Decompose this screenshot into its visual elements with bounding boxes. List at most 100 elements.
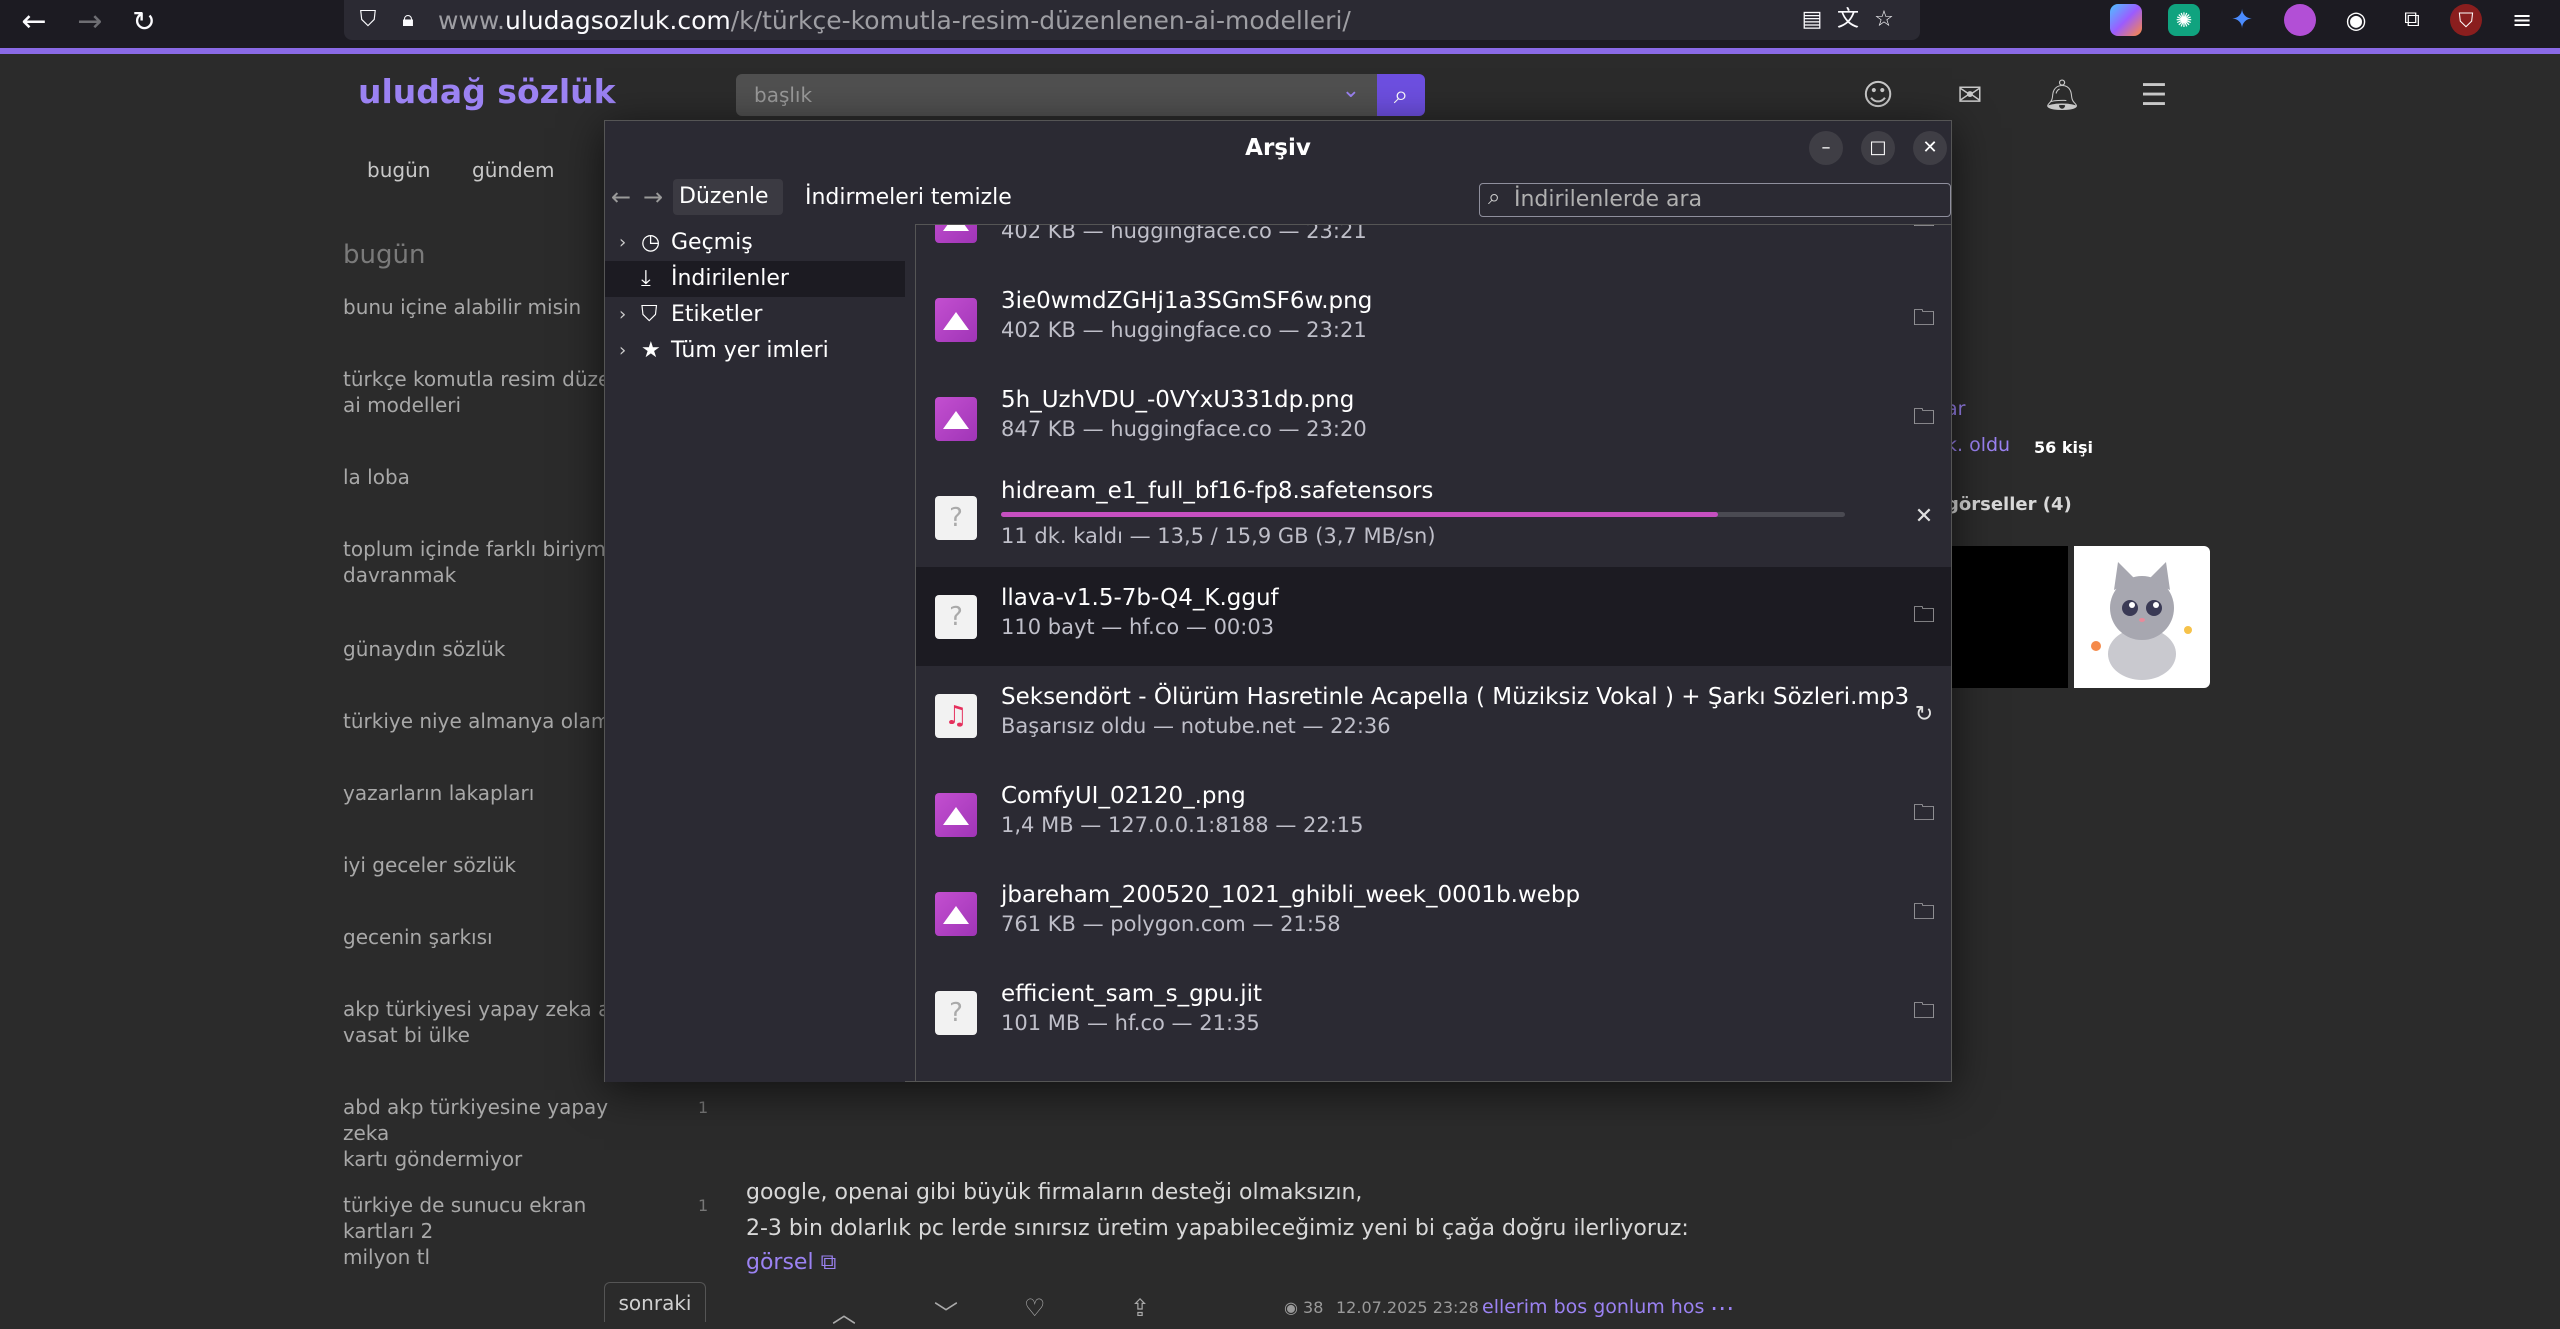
right-fragment[interactable]: k. oldu (1946, 434, 2010, 456)
next-button[interactable]: sonraki (604, 1282, 706, 1322)
lock-icon[interactable]: 🔒︎ (394, 6, 422, 34)
forward-arrow-icon[interactable]: → (72, 4, 108, 40)
extensions-puzzle-icon[interactable]: ⧉ (2396, 4, 2428, 36)
sidebar-topic[interactable]: gecenin şarkısı (343, 924, 633, 950)
organize-button[interactable]: Düzenle ⌄ (673, 179, 783, 244)
download-row[interactable]: ? efficient_sam_s_gpu.jit 101 MB — hf.co —… (916, 963, 1951, 1062)
folder-icon[interactable]: 🗀︎ (1906, 796, 1942, 832)
library-tree: › ◷ Geçmiş ⤓ İndirilenler › ⛉ Etiketler … (605, 224, 905, 1082)
nav-gundem[interactable]: gündem (472, 158, 555, 182)
downloads-list[interactable]: -xjqjG0-23Gx0HCwKk2u.gif402 KB — hugging… (915, 224, 1952, 1082)
sidebar-topic[interactable]: türkiye de sunucu ekran kartları 2 milyo… (343, 1192, 633, 1270)
downvote-icon[interactable]: ﹀ (934, 1294, 958, 1329)
tree-item-tags[interactable]: › ⛉ Etiketler (605, 297, 905, 333)
sidebar-topic[interactable]: la loba (343, 464, 633, 490)
folder-icon[interactable]: 🗀︎ (1906, 225, 1942, 238)
clear-downloads-button[interactable]: İndirmeleri temizle (805, 185, 1012, 210)
audio-file-icon: ♫ (935, 694, 977, 738)
folder-icon[interactable]: 🗀︎ (1906, 895, 1942, 931)
sidebar-topic[interactable]: yazarların lakapları (343, 780, 633, 806)
search-button[interactable]: ⌕ (1377, 74, 1425, 116)
ublock-icon[interactable]: ⛉ (2450, 4, 2482, 36)
close-icon[interactable]: ✕ (1913, 131, 1947, 165)
upvote-icon[interactable]: ︿ (832, 1294, 856, 1329)
unknown-file-icon: ? (935, 991, 977, 1035)
retry-icon[interactable]: ↻ (1906, 697, 1942, 733)
tree-item-downloads[interactable]: ⤓ İndirilenler (605, 261, 905, 297)
download-meta: 1,4 MB — 127.0.0.1:8188 — 22:15 (1001, 813, 1364, 837)
user-icon[interactable]: ☺ (1858, 76, 1898, 116)
forward-arrow-icon[interactable]: → (643, 183, 663, 211)
url-text[interactable]: www.uludagsozluk.com/k/türkçe-komutla-re… (438, 6, 1351, 35)
unknown-file-icon: ? (935, 496, 977, 540)
chevron-down-icon[interactable]: ⌄ (1342, 78, 1360, 103)
heart-icon[interactable]: ♡ (1024, 1294, 1046, 1322)
bell-icon[interactable]: 🔔︎ (2042, 76, 2082, 116)
cat-thumbnail-image[interactable] (2074, 546, 2210, 688)
sidebar-topic[interactable]: türkiye niye almanya olamıy (343, 708, 633, 734)
sidebar-topic[interactable]: iyi geceler sözlük (343, 852, 633, 878)
back-arrow-icon[interactable]: ← (611, 183, 631, 211)
extension-icon[interactable] (2284, 4, 2316, 36)
download-row[interactable]: ? llava-v1.5-7b-Q4_K.gguf 110 bayt — hf.co… (916, 567, 1951, 666)
search-input[interactable]: başlık ⌄ (736, 74, 1378, 116)
download-row[interactable]: ComfyUI_02120_.png 1,4 MB — 127.0.0.1:818… (916, 765, 1951, 864)
back-arrow-icon[interactable]: ← (16, 4, 52, 40)
chevron-right-icon[interactable]: › (619, 297, 626, 333)
menu-hamburger-icon[interactable]: ≡ (2506, 4, 2538, 36)
shield-icon[interactable]: ⛉ (354, 6, 382, 34)
download-filename: hidream_e1_full_bf16-fp8.safetensors (1001, 478, 1434, 504)
share-icon[interactable]: ⇪ (1130, 1294, 1150, 1322)
chevron-right-icon[interactable]: › (619, 333, 626, 369)
maximize-icon[interactable]: □ (1861, 131, 1895, 165)
entry-link[interactable]: görsel ⧉ (746, 1250, 836, 1275)
sidebar-topic[interactable]: türkçe komutla resim düzen ai modelleri (343, 366, 633, 418)
thumbnail-image[interactable] (1950, 546, 2068, 688)
site-logo[interactable]: uludağ sözlük (358, 72, 616, 111)
chevron-right-icon[interactable]: › (619, 225, 626, 261)
download-row[interactable]: -xjqjG0-23Gx0HCwKk2u.gif402 KB — hugging… (916, 225, 1951, 270)
nav-bugun[interactable]: bugün (367, 158, 430, 182)
folder-icon[interactable]: 🗀︎ (1906, 598, 1942, 634)
eye-icon: ◉ (1284, 1298, 1304, 1317)
reader-view-icon[interactable]: ▤ (1798, 6, 1826, 34)
url-host: uludagsozluk.com (505, 6, 731, 35)
tree-item-history[interactable]: › ◷ Geçmiş (605, 225, 905, 261)
account-icon[interactable]: ◉ (2340, 4, 2372, 36)
download-row[interactable]: 5h_UzhVDU_-0VYxU331dp.png 847 KB — huggin… (916, 369, 1951, 468)
sidebar-topic[interactable]: bunu içine alabilir misin (343, 294, 633, 320)
sidebar-topic[interactable]: toplum içinde farklı biriymiş davranmak (343, 536, 633, 588)
mail-icon[interactable]: ✉ (1950, 76, 1990, 116)
copilot-extension-icon[interactable] (2110, 4, 2142, 36)
address-bar[interactable]: ⛉ 🔒︎ www.uludagsozluk.com/k/türkçe-komut… (344, 0, 1920, 40)
folder-icon[interactable]: 🗀︎ (1906, 301, 1942, 337)
more-options-icon[interactable]: ⋯ (1710, 1294, 1734, 1322)
cancel-icon[interactable]: ✕ (1906, 499, 1942, 535)
image-file-icon (935, 225, 977, 243)
tree-label: Etiketler (671, 302, 763, 327)
downloads-search-input[interactable]: ⌕ İndirilenlerde ara (1479, 183, 1951, 217)
folder-icon[interactable]: 🗀︎ (1906, 994, 1942, 1030)
download-row[interactable]: 3ie0wmdZGHj1a3SGmSF6w.png 402 KB — huggin… (916, 270, 1951, 369)
sidebar-topic[interactable]: günaydın sözlük (343, 636, 633, 662)
minimize-icon[interactable]: – (1809, 131, 1843, 165)
bookmark-star-icon[interactable]: ☆ (1870, 6, 1898, 34)
translate-icon[interactable]: 文 (1834, 6, 1862, 34)
tree-item-all-bookmarks[interactable]: › ★ Tüm yer imleri (605, 333, 905, 369)
search-placeholder: başlık (754, 83, 813, 107)
cat-illustration-icon (2091, 562, 2192, 680)
chatgpt-extension-icon[interactable]: ✺ (2168, 4, 2200, 36)
download-row[interactable]: jbareham_200520_1021_ghibli_week_0001b.w… (916, 864, 1951, 963)
menu-icon[interactable]: ☰ (2134, 76, 2174, 116)
folder-icon[interactable]: 🗀︎ (1906, 400, 1942, 436)
reload-icon[interactable]: ↻ (126, 4, 162, 40)
sidebar-topic[interactable]: abd akp türkiyesine yapay zeka kartı gön… (343, 1094, 633, 1172)
download-row[interactable]: ? hidream_e1_full_bf16-fp8.safetensors 11 … (916, 468, 1951, 567)
sidebar-topic[interactable]: akp türkiyesi yapay zeka ala vasat bi ül… (343, 996, 633, 1048)
gemini-extension-icon[interactable]: ✦ (2226, 4, 2258, 36)
download-row[interactable]: ♫ Seksendört - Ölürüm Hasretinle Acapella… (916, 666, 1951, 765)
download-meta: 761 KB — polygon.com — 21:58 (1001, 912, 1341, 936)
search-icon: ⌕ (1488, 185, 1501, 210)
image-file-icon (935, 793, 977, 837)
author-link[interactable]: ellerim bos gonlum hos (1482, 1296, 1704, 1318)
